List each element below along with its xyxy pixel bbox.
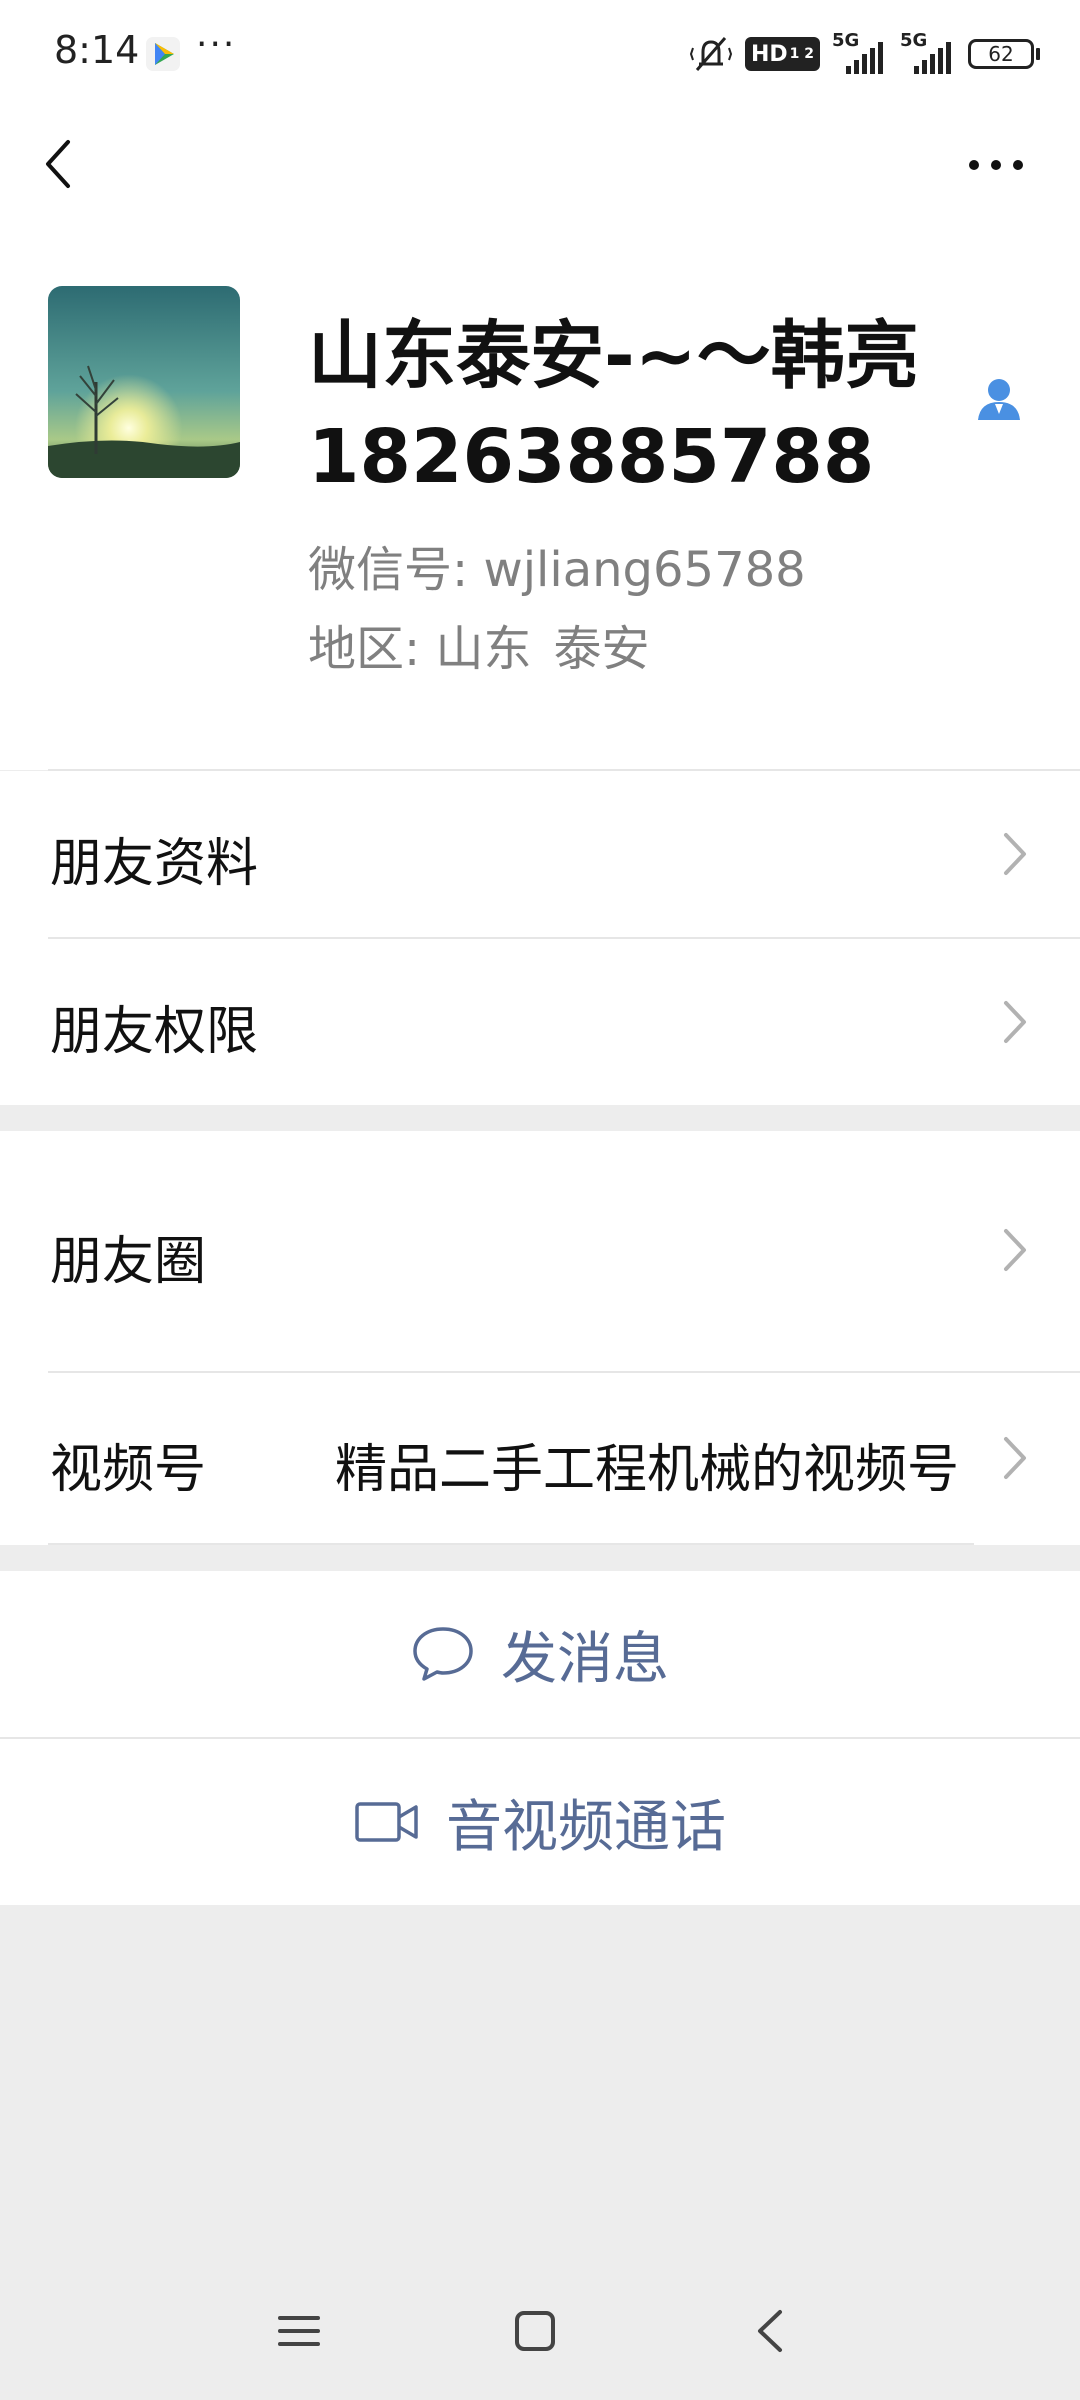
region-province: 山东	[435, 621, 532, 677]
hd-voice-icon: HD 1 2	[744, 37, 820, 71]
moments-row[interactable]: 朋友圈	[0, 1131, 1080, 1371]
home-icon[interactable]	[510, 2306, 560, 2356]
friend-permissions-row[interactable]: 朋友权限	[0, 939, 1080, 1105]
battery-level: 62	[988, 42, 1014, 66]
avatar[interactable]	[48, 286, 240, 478]
back-icon[interactable]	[746, 2306, 796, 2356]
wechat-id-line: 微信号: wjliang65788	[308, 530, 806, 600]
chevron-right-icon	[1004, 1437, 1026, 1479]
friend-permissions-label: 朋友权限	[50, 1002, 259, 1062]
contact-person-icon[interactable]	[974, 374, 1024, 424]
channels-label: 视频号	[50, 1440, 207, 1500]
chevron-right-icon	[1004, 1001, 1026, 1043]
divider	[48, 1543, 974, 1545]
status-bar: 8:14 ··· HD 1 2 5G 5G 62	[0, 0, 1080, 110]
chevron-left-icon[interactable]	[36, 132, 84, 196]
battery-icon: 62	[968, 39, 1040, 69]
silent-vibrate-icon	[689, 37, 733, 71]
chevron-right-icon	[1004, 1229, 1026, 1271]
region-line: 地区: 山东 泰安	[308, 609, 649, 679]
menu-icon[interactable]	[274, 2306, 324, 2356]
video-camera-icon	[355, 1802, 418, 1842]
more-icon[interactable]	[968, 150, 1024, 180]
wechat-id-label: 微信号:	[308, 542, 484, 598]
signal-icon-2: 5G	[900, 30, 956, 74]
status-more-dots: ···	[196, 24, 237, 65]
chat-bubble-icon	[413, 1627, 473, 1681]
signal-icon: 5G	[832, 30, 888, 74]
region-city: 泰安	[553, 621, 650, 677]
channels-row[interactable]: 视频号 精品二手工程机械的视频号	[0, 1373, 1080, 1545]
send-message-label: 发消息	[501, 1626, 669, 1692]
chevron-right-icon	[1004, 833, 1026, 875]
avatar-image	[48, 286, 240, 478]
moments-label: 朋友圈	[50, 1232, 207, 1292]
status-time: 8:14	[54, 28, 140, 72]
video-call-label: 音视频通话	[446, 1794, 726, 1860]
hd-label: HD	[750, 41, 788, 67]
friend-info-row[interactable]: 朋友资料	[0, 771, 1080, 937]
video-call-button[interactable]: 音视频通话	[0, 1739, 1080, 1905]
play-store-icon	[146, 37, 180, 71]
friend-info-label: 朋友资料	[50, 834, 259, 894]
send-message-button[interactable]: 发消息	[0, 1571, 1080, 1737]
region-label: 地区:	[308, 621, 436, 677]
wechat-id-value: wjliang65788	[483, 542, 806, 598]
nickname: 山东泰安-~～韩亮	[308, 313, 919, 399]
channels-value: 精品二手工程机械的视频号	[335, 1440, 960, 1500]
status-right-group: HD 1 2 5G 5G 62	[689, 30, 1040, 76]
phone-number: 18263885788	[308, 414, 875, 500]
